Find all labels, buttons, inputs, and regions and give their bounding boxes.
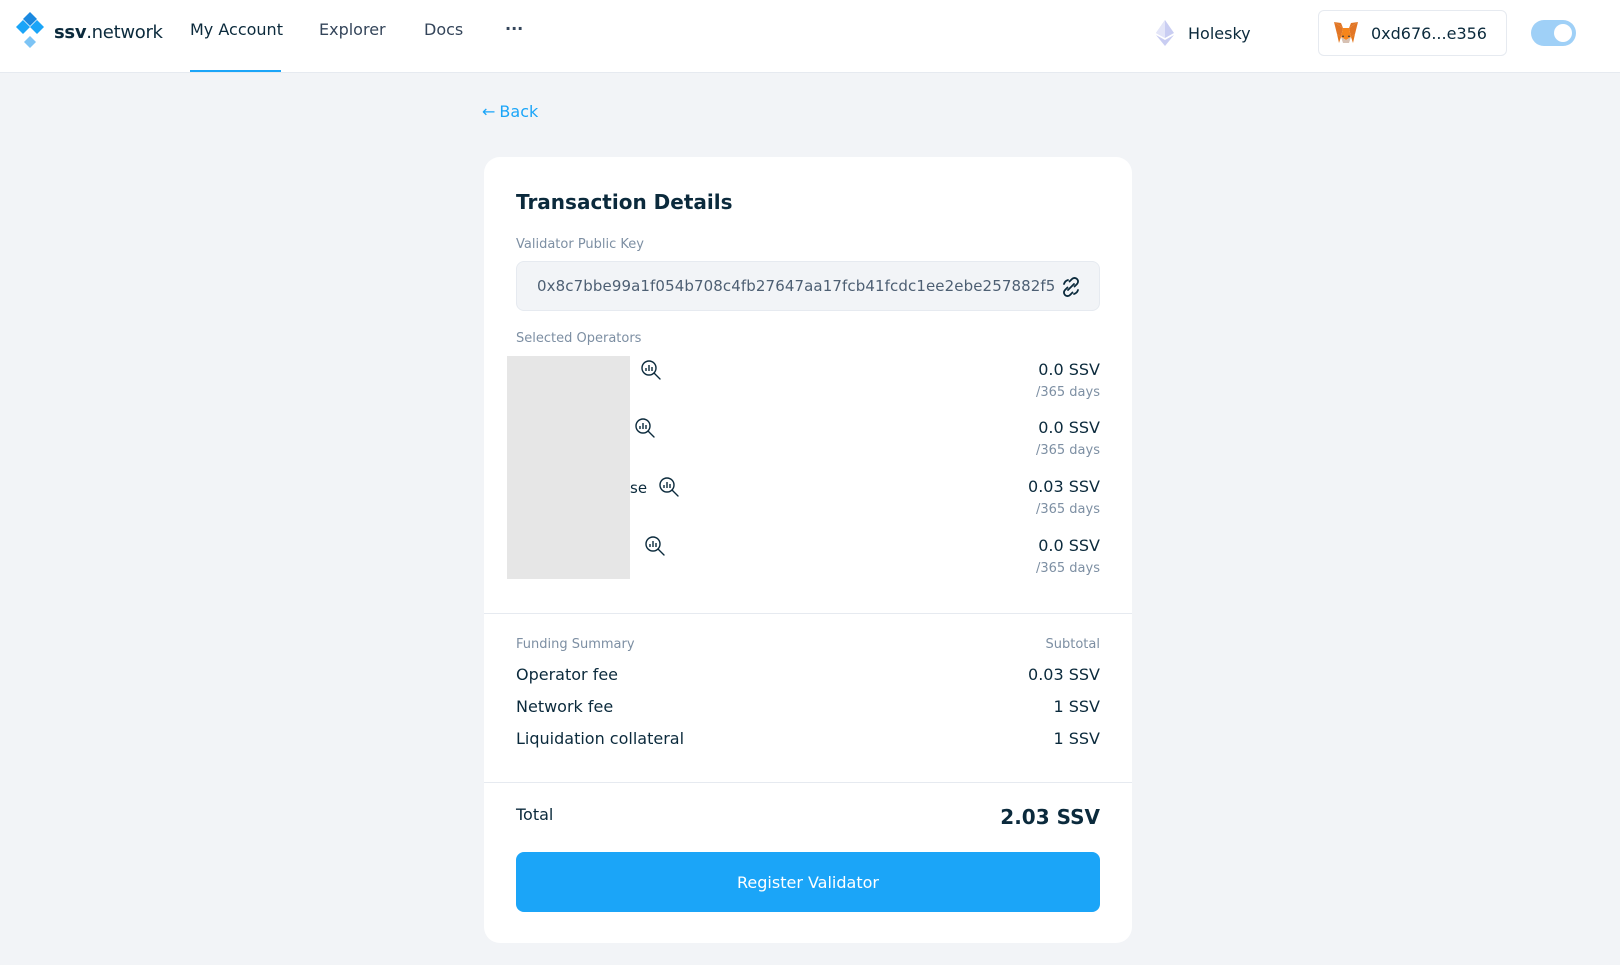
wallet-button[interactable]: 0xd676...e356 bbox=[1318, 10, 1507, 56]
operator-fee: 0.03 SSV bbox=[1028, 477, 1100, 496]
total-label: Total bbox=[516, 805, 554, 824]
card-title: Transaction Details bbox=[516, 190, 733, 214]
arrow-left-icon: ← bbox=[482, 102, 496, 121]
wallet-address: 0xd676...e356 bbox=[1371, 23, 1487, 43]
pubkey-label: Validator Public Key bbox=[516, 237, 644, 252]
operator-fee: 0.0 SSV bbox=[1038, 418, 1100, 437]
back-link[interactable]: ← Back bbox=[482, 102, 538, 121]
liquidation-collateral-label: Liquidation collateral bbox=[516, 729, 685, 748]
nav-more-menu[interactable]: ··· bbox=[505, 19, 523, 38]
nav-active-indicator bbox=[190, 70, 281, 72]
copy-icon[interactable] bbox=[1059, 275, 1083, 299]
theme-toggle-knob bbox=[1554, 24, 1572, 42]
ssv-logo[interactable]: ssv.network bbox=[16, 12, 163, 52]
operators-label: Selected Operators bbox=[516, 331, 642, 346]
back-label: Back bbox=[499, 102, 539, 121]
register-validator-button[interactable]: Register Validator bbox=[516, 852, 1100, 912]
operator-name: se bbox=[630, 479, 648, 497]
top-header: ssv.network My Account Explorer Docs ···… bbox=[0, 0, 1620, 73]
total-value: 2.03 SSV bbox=[1000, 805, 1100, 829]
operator-fee-period: /365 days bbox=[1035, 385, 1100, 400]
operator-fee-period: /365 days bbox=[1035, 443, 1100, 458]
operator-explorer-icon[interactable] bbox=[644, 535, 666, 557]
operator-explorer-icon[interactable] bbox=[634, 417, 656, 439]
operator-fee: 0.0 SSV bbox=[1038, 536, 1100, 555]
nav-explorer[interactable]: Explorer bbox=[319, 20, 386, 39]
liquidation-collateral-value: 1 SSV bbox=[1053, 729, 1100, 748]
metamask-fox-icon bbox=[1334, 22, 1358, 43]
network-fee-value: 1 SSV bbox=[1053, 697, 1100, 716]
nav-my-account[interactable]: My Account bbox=[190, 20, 283, 39]
network-label: Holesky bbox=[1188, 23, 1251, 43]
nav-docs[interactable]: Docs bbox=[424, 20, 463, 39]
operator-fee-period: /365 days bbox=[1035, 502, 1100, 517]
divider bbox=[484, 613, 1132, 614]
network-selector[interactable]: Holesky bbox=[1156, 20, 1251, 46]
operator-fee-period: /365 days bbox=[1035, 561, 1100, 576]
operator-fee: 0.0 SSV bbox=[1038, 360, 1100, 379]
divider bbox=[484, 782, 1132, 783]
network-fee-label: Network fee bbox=[516, 697, 614, 716]
pubkey-field: 0x8c7bbe99a1f054b708c4fb27647aa17fcb41fc… bbox=[516, 261, 1100, 311]
operator-explorer-icon[interactable] bbox=[658, 476, 680, 498]
ethereum-icon bbox=[1156, 20, 1174, 46]
transaction-details-card: Transaction Details Validator Public Key… bbox=[484, 157, 1132, 943]
pubkey-value: 0x8c7bbe99a1f054b708c4fb27647aa17fcb41fc… bbox=[537, 277, 1056, 295]
operator-fee-value: 0.03 SSV bbox=[1028, 665, 1100, 684]
operator-explorer-icon[interactable] bbox=[640, 359, 662, 381]
subtotal-label: Subtotal bbox=[1045, 637, 1100, 652]
operator-fee-label: Operator fee bbox=[516, 665, 619, 684]
ssv-logo-icon bbox=[16, 12, 44, 48]
ssv-logo-text: ssv.network bbox=[54, 21, 163, 43]
redacted-operator-names bbox=[507, 356, 630, 579]
funding-summary-label: Funding Summary bbox=[516, 637, 635, 652]
theme-toggle[interactable] bbox=[1531, 20, 1576, 46]
